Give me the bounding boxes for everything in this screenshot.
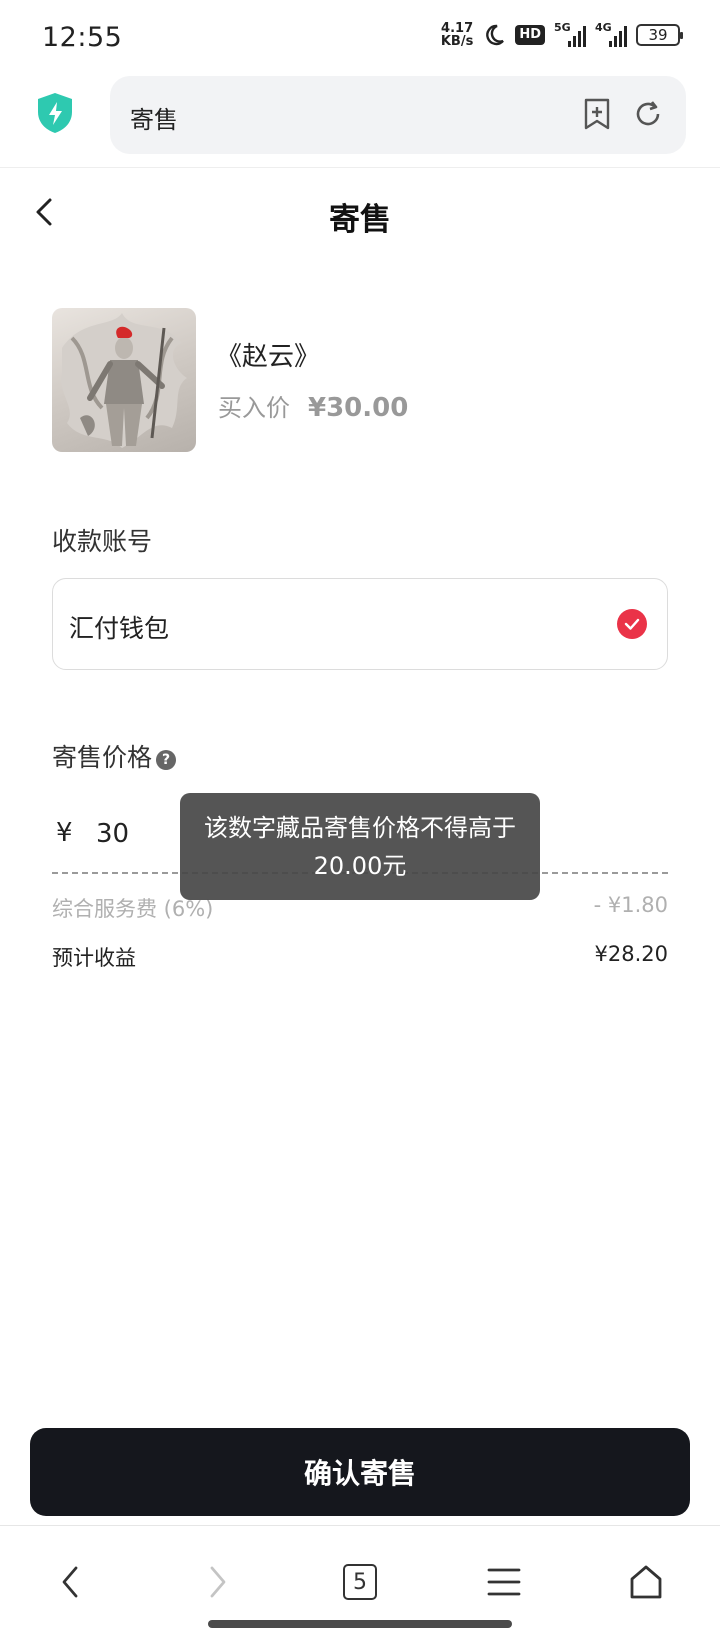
help-icon[interactable]: ? bbox=[156, 750, 177, 770]
url-bar[interactable]: 寄售 bbox=[110, 76, 686, 154]
product-image bbox=[52, 308, 196, 452]
warrior-illustration bbox=[61, 313, 187, 448]
signal-4g-label: 4G bbox=[595, 21, 612, 34]
url-text[interactable]: 寄售 bbox=[130, 100, 178, 135]
home-indicator[interactable] bbox=[208, 1620, 512, 1628]
status-bar: 12:55 4.17 KB/s HD 5G 4G 39 bbox=[0, 0, 720, 72]
home-icon[interactable] bbox=[624, 1560, 668, 1604]
buy-price-label: 买入价 bbox=[218, 394, 290, 422]
currency-symbol: ¥ bbox=[56, 818, 73, 848]
network-speed-unit: KB/s bbox=[440, 34, 474, 49]
expected-income-value: ¥28.20 bbox=[594, 942, 668, 966]
account-option[interactable]: 汇付钱包 bbox=[52, 578, 668, 670]
page-header: 寄售 bbox=[0, 170, 720, 256]
expected-income-label: 预计收益 bbox=[52, 946, 136, 970]
tab-count: 5 bbox=[343, 1564, 377, 1600]
toast-message: 该数字藏品寄售价格不得高于20.00元 bbox=[180, 793, 540, 900]
expected-income-row: 预计收益 ¥28.20 bbox=[52, 942, 668, 972]
browser-bar: 寄售 bbox=[0, 72, 720, 168]
signal-4g-icon: 4G bbox=[595, 21, 627, 47]
hd-badge: HD bbox=[515, 25, 545, 45]
product-price: 买入价 ¥30.00 bbox=[218, 388, 408, 423]
back-icon[interactable] bbox=[48, 1560, 92, 1604]
checkmark-icon[interactable] bbox=[617, 609, 647, 639]
service-fee-value: - ¥1.80 bbox=[593, 893, 668, 917]
page-title: 寄售 bbox=[329, 202, 391, 238]
status-icons: 4.17 KB/s HD 5G 4G 39 bbox=[441, 21, 683, 48]
bookmark-add-icon[interactable] bbox=[582, 98, 612, 130]
menu-icon[interactable] bbox=[482, 1560, 526, 1604]
signal-5g-icon: 5G bbox=[554, 21, 586, 47]
confirm-consign-button[interactable]: 确认寄售 bbox=[30, 1428, 690, 1516]
buy-price-value: ¥30.00 bbox=[308, 393, 409, 423]
signal-5g-label: 5G bbox=[554, 21, 571, 34]
moon-icon bbox=[486, 24, 505, 46]
account-label: 收款账号 bbox=[52, 527, 153, 556]
status-time: 12:55 bbox=[42, 22, 123, 53]
battery-icon: 39 bbox=[636, 24, 683, 46]
account-name: 汇付钱包 bbox=[69, 614, 170, 643]
price-label-text: 寄售价格 bbox=[52, 743, 153, 772]
product-name: 《赵云》 bbox=[216, 342, 321, 372]
forward-icon[interactable] bbox=[196, 1560, 240, 1604]
reload-icon[interactable] bbox=[632, 98, 664, 130]
price-label: 寄售价格? bbox=[52, 738, 177, 774]
shield-icon[interactable] bbox=[36, 92, 74, 134]
tabs-icon[interactable]: 5 bbox=[338, 1560, 382, 1604]
network-speed: 4.17 KB/s bbox=[441, 22, 473, 48]
